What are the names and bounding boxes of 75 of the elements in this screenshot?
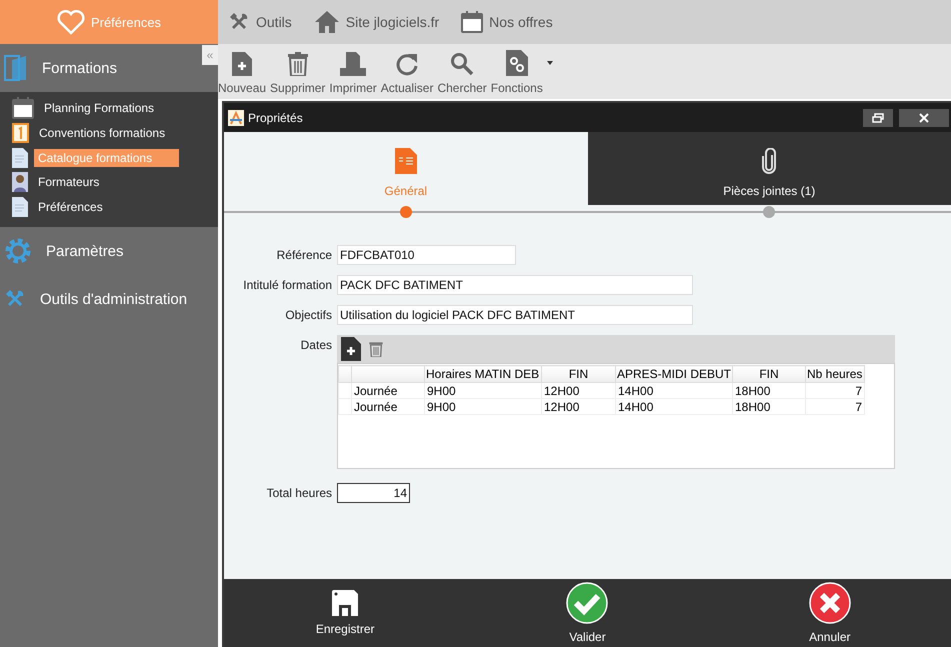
nav-link[interactable]: Nos offres xyxy=(461,11,553,33)
printer-icon xyxy=(340,52,366,76)
toolbar-button[interactable]: Chercher xyxy=(437,49,491,95)
toolbar-button[interactable]: Actualiser xyxy=(380,49,438,95)
folder-icon xyxy=(4,54,28,82)
column-header[interactable]: Horaires MATIN DEB xyxy=(424,366,542,382)
tab[interactable]: Pièces jointes (1) xyxy=(588,132,951,205)
text-field[interactable]: PACK DFC BATIMENT xyxy=(337,275,693,295)
footer-button[interactable]: Valider xyxy=(466,581,709,645)
new-document-icon xyxy=(341,337,361,361)
gear-document-icon xyxy=(506,50,528,76)
toolbar-button[interactable]: Imprimer xyxy=(329,49,381,95)
restore-button[interactable] xyxy=(863,108,893,126)
document-icon xyxy=(394,148,417,174)
calendar-icon xyxy=(461,11,484,33)
field-label: Dates xyxy=(300,337,332,354)
footer-button[interactable]: Annuler xyxy=(708,581,951,645)
person-icon xyxy=(12,172,28,192)
dialog-title: Propriétés xyxy=(248,110,304,124)
toolbar-button[interactable]: Nouveau xyxy=(218,49,270,95)
trash-icon[interactable] xyxy=(369,341,383,357)
toolbar-button[interactable]: Fonctions xyxy=(490,49,547,95)
sidebar-section[interactable]: Paramètres xyxy=(0,227,218,276)
paperclip-icon xyxy=(761,148,778,174)
text-field[interactable]: FDFCBAT010 xyxy=(337,245,516,265)
dropdown-caret-icon[interactable] xyxy=(546,60,553,64)
document-icon xyxy=(12,197,28,218)
toolbar-button[interactable]: Supprimer xyxy=(270,49,330,95)
new-document-icon xyxy=(232,52,252,76)
sidebar-section[interactable]: Outils d'administration xyxy=(0,275,218,324)
table-cell: 9H00 xyxy=(424,382,542,398)
heart-icon xyxy=(56,9,85,35)
footer-button[interactable]: Enregistrer xyxy=(224,589,466,637)
sidebar-item[interactable]: Formateurs xyxy=(34,173,179,192)
column-header[interactable]: Nb heures xyxy=(806,366,864,382)
table-cell: 14H00 xyxy=(616,382,732,398)
table-cell: Journée xyxy=(352,398,424,414)
close-button[interactable] xyxy=(899,108,949,126)
app-title-text: Préférences xyxy=(90,14,162,30)
cancel-icon xyxy=(808,582,851,624)
close-icon xyxy=(919,112,929,122)
table-cell: 18H00 xyxy=(732,382,806,398)
number-one-icon xyxy=(12,123,29,144)
column-header[interactable]: FIN xyxy=(542,366,616,382)
table-cell: 12H00 xyxy=(542,382,616,398)
table-cell: 7 xyxy=(806,398,864,414)
app-logo-icon xyxy=(228,110,244,126)
table-cell: Journée xyxy=(352,382,424,398)
sidebar-item[interactable]: Conventions formations xyxy=(35,124,180,142)
column-header[interactable]: APRES-MIDI DEBUT xyxy=(616,366,732,382)
table-cell: 7 xyxy=(806,382,864,398)
field-label: Référence xyxy=(276,247,332,264)
field-label: Objectifs xyxy=(284,307,332,324)
calendar-icon xyxy=(12,97,34,120)
refresh-icon xyxy=(395,52,420,76)
document-icon xyxy=(12,148,28,168)
field-label: Intitulé formation xyxy=(242,277,332,294)
restore-icon xyxy=(872,112,884,122)
gear-icon xyxy=(4,237,32,266)
check-icon xyxy=(566,582,608,624)
sidebar-item[interactable]: Planning Formations xyxy=(40,99,185,118)
text-field[interactable]: Utilisation du logiciel PACK DFC BATIMENT xyxy=(337,305,693,325)
table-cell: 12H00 xyxy=(542,398,616,414)
trash-icon xyxy=(288,52,308,76)
nav-link[interactable]: Site jlogiciels.fr xyxy=(314,10,440,34)
table-cell: 18H00 xyxy=(732,398,806,414)
house-icon xyxy=(314,10,340,34)
table-cell: 14H00 xyxy=(616,398,732,414)
nav-link[interactable]: Outils xyxy=(228,11,292,33)
field-label: Total heures xyxy=(266,485,332,502)
search-icon xyxy=(450,52,474,76)
number-field[interactable]: 14 xyxy=(337,483,410,503)
sidebar-item[interactable]: Préférences xyxy=(34,198,179,216)
table-cell: 9H00 xyxy=(424,398,542,414)
column-header[interactable]: FIN xyxy=(732,366,806,382)
